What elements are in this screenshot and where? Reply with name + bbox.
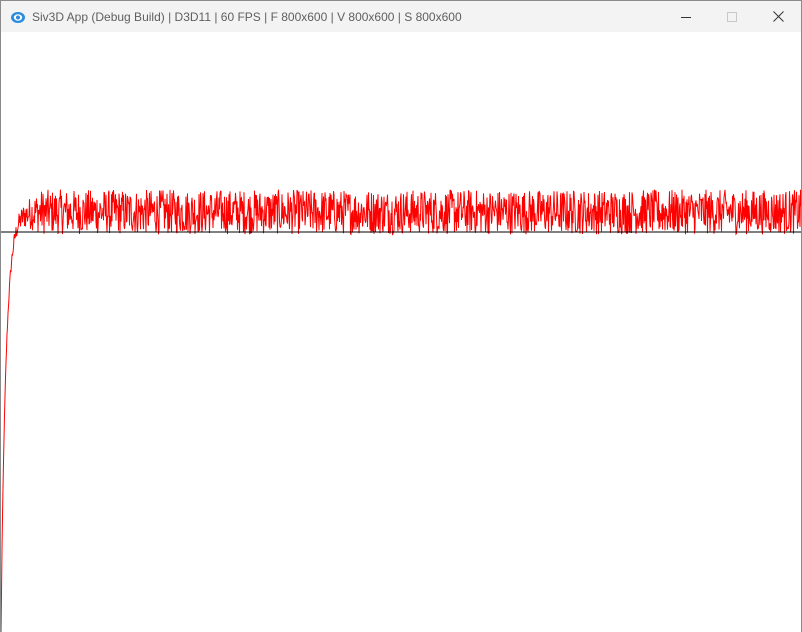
window-title: Siv3D App (Debug Build) | D3D11 | 60 FPS… xyxy=(32,9,462,24)
close-button[interactable] xyxy=(755,1,801,32)
plot-svg xyxy=(1,189,801,632)
title-bar[interactable]: Siv3D App (Debug Build) | D3D11 | 60 FPS… xyxy=(1,1,801,32)
minimize-icon xyxy=(681,16,691,18)
maximize-button[interactable] xyxy=(709,1,755,32)
maximize-icon xyxy=(727,11,737,22)
siv3d-app-icon xyxy=(10,9,26,25)
minimize-button[interactable] xyxy=(663,1,709,32)
app-window: Siv3D App (Debug Build) | D3D11 | 60 FPS… xyxy=(0,0,802,632)
window-controls xyxy=(663,1,801,32)
signal-series-line xyxy=(1,189,801,632)
render-canvas[interactable] xyxy=(1,32,801,632)
close-icon xyxy=(772,11,784,22)
